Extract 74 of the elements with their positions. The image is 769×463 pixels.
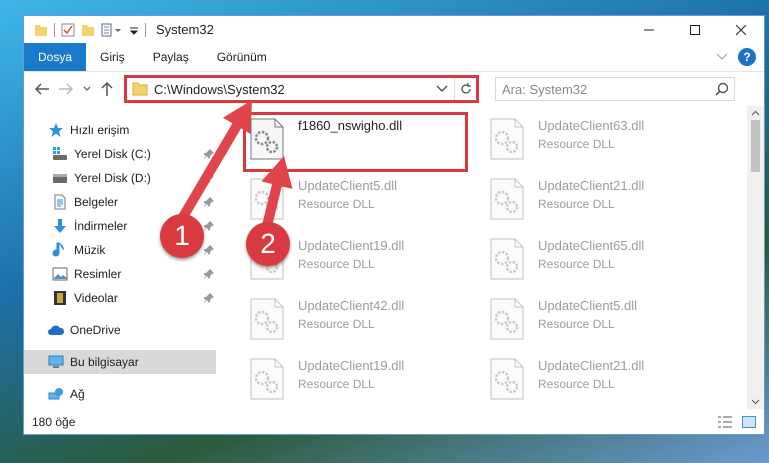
forward-arrow-icon — [58, 82, 74, 96]
maximize-icon — [690, 24, 700, 34]
item-count: 180 öğe — [32, 414, 76, 428]
file-name: UpdateClient19.dll — [298, 238, 404, 253]
sidebar-item[interactable]: OneDrive — [24, 318, 125, 342]
properties-icon[interactable] — [101, 22, 123, 36]
ribbon-tab[interactable]: Paylaş — [138, 43, 203, 71]
ribbon-tab[interactable]: Dosya — [24, 43, 86, 71]
checkmark-icon[interactable] — [61, 22, 75, 36]
file-name: UpdateClient63.dll — [538, 118, 644, 133]
file-type: Resource DLL — [298, 257, 376, 271]
file-type: Resource DLL — [538, 137, 616, 151]
file-gears-icon — [490, 298, 524, 340]
ribbon-tab[interactable]: Görünüm — [202, 43, 281, 71]
refresh-icon — [460, 83, 472, 95]
back-arrow-icon — [34, 82, 50, 96]
sidebar-item[interactable]: Bu bilgisayar — [24, 350, 216, 374]
computer-icon — [48, 354, 64, 370]
picture-icon — [52, 266, 68, 282]
download-icon — [52, 218, 68, 234]
file-type: Resource DLL — [538, 317, 616, 331]
sidebar-item[interactable]: Resimler — [24, 262, 126, 286]
file-name: UpdateClient21.dll — [538, 178, 644, 193]
tiles-view-icon[interactable] — [742, 416, 756, 428]
sidebar-item[interactable]: Ağ — [24, 382, 89, 406]
file-type: Resource DLL — [538, 197, 616, 211]
file-name: f1860_nswigho.dll — [298, 118, 402, 133]
sidebar-item[interactable]: Belgeler — [24, 190, 122, 214]
file-type: Resource DLL — [298, 197, 376, 211]
file-type: Resource DLL — [298, 377, 376, 391]
details-view-icon[interactable] — [718, 416, 732, 428]
search-field[interactable]: Ara: System32 — [495, 77, 735, 101]
scroll-up-icon[interactable] — [751, 110, 760, 116]
address-bar[interactable]: C:\Windows\System32 — [124, 75, 479, 103]
file-name: UpdateClient21.dll — [538, 358, 644, 373]
scroll-thumb[interactable] — [751, 120, 760, 172]
folder-icon — [34, 22, 48, 36]
file-name: UpdateClient65.dll — [538, 238, 644, 253]
chevron-icon[interactable] — [436, 85, 448, 93]
search-icon — [715, 82, 729, 96]
file-gears-icon — [490, 358, 524, 400]
file-type: Resource DLL — [298, 317, 376, 331]
file-gears-icon — [490, 238, 524, 280]
sidebar-item[interactable]: İndirmeler — [24, 214, 132, 238]
up-arrow-icon — [100, 81, 114, 97]
file-gears-icon — [490, 118, 524, 160]
file-name: UpdateClient19.dll — [298, 358, 404, 373]
star-icon — [48, 122, 64, 138]
chevron-icon — [82, 85, 92, 93]
folder-icon — [132, 81, 148, 97]
file-gears-icon — [250, 118, 284, 160]
help-button[interactable]: ? — [738, 48, 756, 66]
sidebar-item[interactable]: Yerel Disk (D:) — [24, 166, 155, 190]
file-name: UpdateClient5.dll — [538, 298, 638, 313]
file-gears-icon — [250, 298, 284, 340]
sidebar-item[interactable]: Yerel Disk (C:) — [24, 142, 155, 166]
sidebar-item[interactable]: Videolar — [24, 286, 122, 310]
sidebar-item[interactable]: Hızlı erişim — [24, 118, 134, 142]
drive-c-icon — [52, 146, 68, 162]
file-name: UpdateClient42.dll — [298, 298, 404, 313]
file-gears-icon — [490, 178, 524, 220]
file-type: Resource DLL — [538, 377, 616, 391]
document-icon — [52, 194, 68, 210]
scrollbar[interactable] — [747, 106, 764, 409]
film-icon — [52, 290, 68, 306]
ribbon-tab[interactable]: Giriş — [86, 43, 139, 71]
file-type: Resource DLL — [538, 257, 616, 271]
network-icon — [48, 386, 64, 402]
sidebar-item[interactable]: Müzik — [24, 238, 110, 262]
close-icon — [736, 24, 746, 34]
file-name: UpdateClient5.dll — [298, 178, 398, 193]
window-title: System32 — [156, 22, 214, 37]
file-gears-icon — [250, 358, 284, 400]
scroll-down-icon[interactable] — [751, 399, 760, 405]
